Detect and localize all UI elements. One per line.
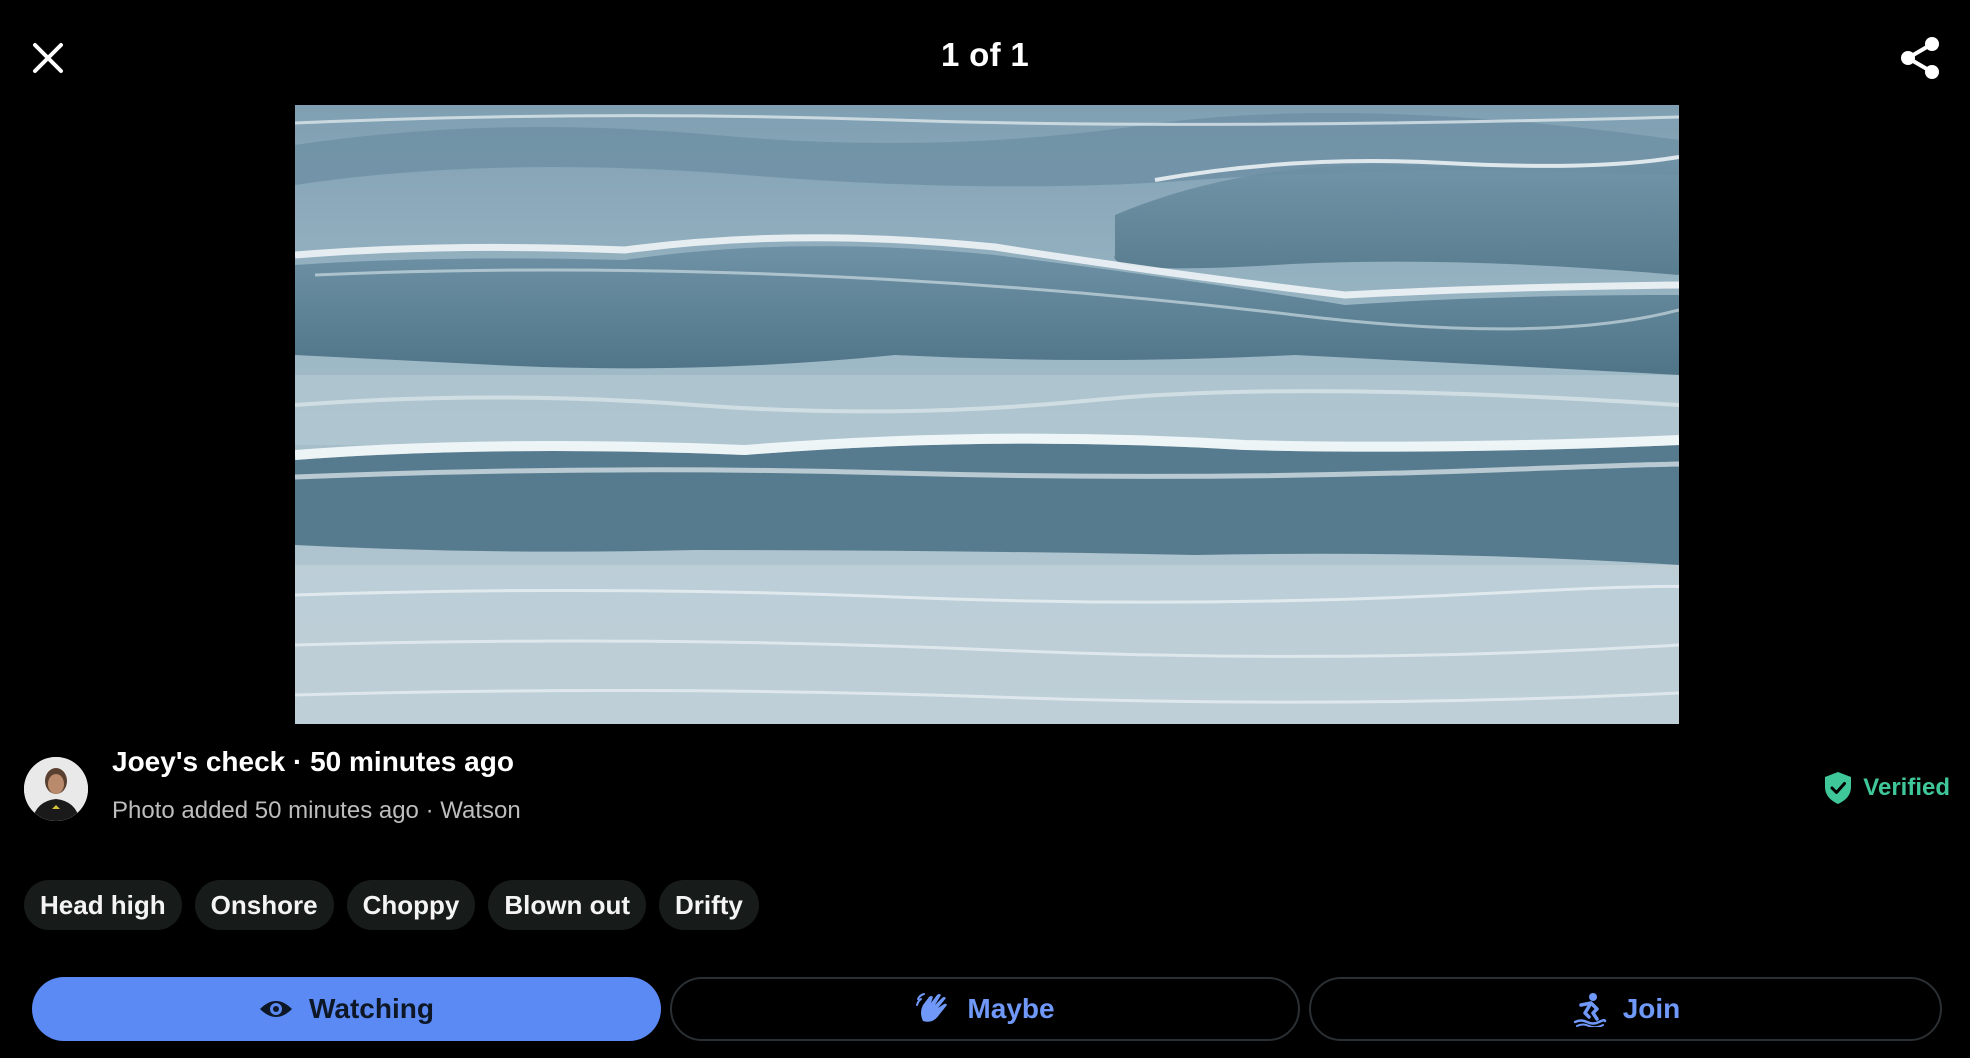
tag-choppy: Choppy — [346, 880, 476, 930]
maybe-label: Maybe — [967, 993, 1055, 1024]
tag-blown-out: Blown out — [488, 880, 646, 930]
surf-photo[interactable] — [295, 105, 1679, 724]
waves-image — [295, 105, 1679, 724]
verified-shield-icon — [1825, 772, 1852, 804]
share-button[interactable] — [1894, 32, 1946, 84]
page-title: 1 of 1 — [941, 36, 1029, 73]
tag-head-high: Head high — [24, 880, 182, 930]
avatar[interactable] — [24, 757, 88, 821]
eye-icon — [260, 1001, 293, 1017]
action-bar: Watching Maybe Join — [32, 977, 1942, 1041]
tag-onshore: Onshore — [194, 880, 334, 930]
check-title: Joey's check · 50 minutes ago — [112, 746, 514, 777]
watching-label: Watching — [309, 993, 434, 1024]
join-button[interactable]: Join — [1309, 977, 1942, 1041]
check-subtitle: Photo added 50 minutes ago · Watson — [112, 797, 521, 824]
watching-button[interactable]: Watching — [32, 977, 661, 1041]
condition-tags: Head high Onshore Choppy Blown out Drift… — [24, 880, 759, 930]
wave-hand-icon — [916, 993, 948, 1022]
join-label: Join — [1622, 993, 1681, 1024]
share-icon — [1901, 37, 1939, 79]
verified-label: Verified — [1863, 774, 1950, 801]
photo-viewer: 1 of 1 Joey's check · 50 minutes ago Pho… — [0, 0, 1970, 1058]
user-avatar-image — [24, 757, 88, 821]
surfer-icon — [1573, 993, 1606, 1027]
maybe-button[interactable]: Maybe — [670, 977, 1300, 1041]
verified-badge: Verified — [1823, 771, 1950, 805]
tag-drifty: Drifty — [659, 880, 759, 930]
